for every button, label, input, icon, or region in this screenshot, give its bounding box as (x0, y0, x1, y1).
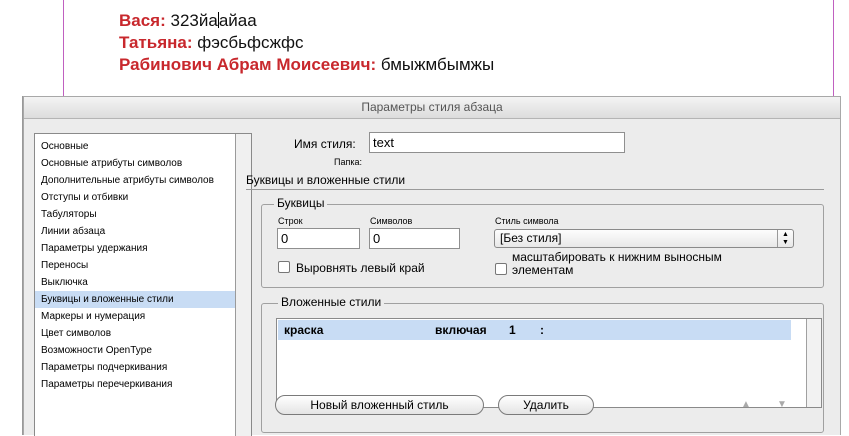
category-item[interactable]: Цвет символов (35, 325, 237, 342)
line-text-after-caret: айаа (218, 11, 257, 30)
doc-line-3[interactable]: Рабинович Абрам Моисеевич: бмыжмбымжы (119, 55, 494, 75)
dialog-title[interactable]: Параметры стиля абзаца (24, 97, 840, 119)
category-list[interactable]: Основные Основные атрибуты символов Допо… (34, 133, 252, 436)
nested-styles-scrollbar[interactable] (806, 319, 821, 407)
category-item[interactable]: Параметры удержания (35, 240, 237, 257)
category-item[interactable]: Основные атрибуты символов (35, 155, 237, 172)
doc-line-1[interactable]: Вася: 323йаайаа (119, 11, 257, 31)
category-item[interactable]: Табуляторы (35, 206, 237, 223)
move-down-icon[interactable]: ▼ (777, 399, 787, 410)
nested-style-delimiter[interactable]: : (540, 320, 544, 340)
category-item[interactable]: Выключка (35, 274, 237, 291)
move-up-icon[interactable]: ▲ (741, 399, 751, 410)
char-style-value: [Без стиля] (500, 231, 562, 245)
align-left-checkbox[interactable] (278, 261, 290, 273)
category-item[interactable]: Маркеры и нумерация (35, 308, 237, 325)
scale-label-line-2: элементам (512, 263, 574, 277)
nested-style-row[interactable]: краска включая 1 : (278, 320, 791, 340)
category-item[interactable]: Основные (35, 138, 237, 155)
category-item[interactable]: Переносы (35, 257, 237, 274)
category-item-selected[interactable]: Буквицы и вложенные стили (35, 291, 237, 308)
category-item[interactable]: Отступы и отбивки (35, 189, 237, 206)
nested-style-mode[interactable]: включая (435, 320, 487, 340)
dropcaps-chars-input[interactable]: 0 (369, 228, 460, 249)
folder-label: Папка: (334, 157, 362, 167)
align-left-label: Выровнять левый край (296, 261, 425, 275)
dropcaps-group: Буквицы Строк 0 Символов 0 Стиль символа… (261, 196, 824, 288)
nested-style-count[interactable]: 1 (509, 320, 516, 340)
char-style-select[interactable]: [Без стиля] ▲ ▼ (494, 229, 794, 248)
line-text: бмыжмбымжы (376, 55, 495, 74)
speaker-name: Рабинович Абрам Моисеевич: (119, 55, 377, 74)
line-text-before-caret: 323йа (165, 11, 218, 30)
nested-style-name[interactable]: краска (284, 320, 323, 340)
up-down-arrows-icon: ▲ ▼ (777, 230, 793, 247)
document-page: Вася: 323йаайаа Татьяна: фэсбьфсжфс Раби… (0, 0, 849, 100)
speaker-name: Вася: (119, 11, 166, 30)
margin-guide-left (63, 0, 64, 100)
margin-guide-right (833, 0, 834, 100)
dropcaps-chars-label: Символов (370, 216, 413, 226)
category-item[interactable]: Параметры перечеркивания (35, 376, 237, 393)
scale-checkbox[interactable] (495, 263, 507, 275)
dropcaps-title: Буквицы (274, 196, 328, 210)
category-item[interactable]: Параметры подчеркивания (35, 359, 237, 376)
doc-line-2[interactable]: Татьяна: фэсбьфсжфс (119, 33, 304, 53)
style-name-input[interactable]: text (369, 132, 625, 153)
category-item[interactable]: Возможности OpenType (35, 342, 237, 359)
nested-styles-title: Вложенные стили (278, 295, 385, 309)
dropcaps-lines-input[interactable]: 0 (277, 228, 360, 249)
category-item[interactable]: Дополнительные атрибуты символов (35, 172, 237, 189)
scale-label: масштабировать к нижним выносным элемент… (512, 251, 782, 287)
section-divider (246, 189, 824, 190)
style-name-label: Имя стиля: (294, 137, 356, 151)
section-title: Буквицы и вложенные стили (246, 173, 406, 187)
delete-button[interactable]: Удалить (498, 395, 594, 415)
dropcaps-lines-label: Строк (278, 216, 303, 226)
speaker-name: Татьяна: (119, 33, 193, 52)
char-style-label: Стиль символа (495, 216, 559, 226)
line-text: фэсбьфсжфс (192, 33, 304, 52)
new-nested-style-button[interactable]: Новый вложенный стиль (275, 395, 484, 415)
category-item[interactable]: Линии абзаца (35, 223, 237, 240)
paragraph-style-dialog: Параметры стиля абзаца Основные Основные… (23, 96, 841, 436)
